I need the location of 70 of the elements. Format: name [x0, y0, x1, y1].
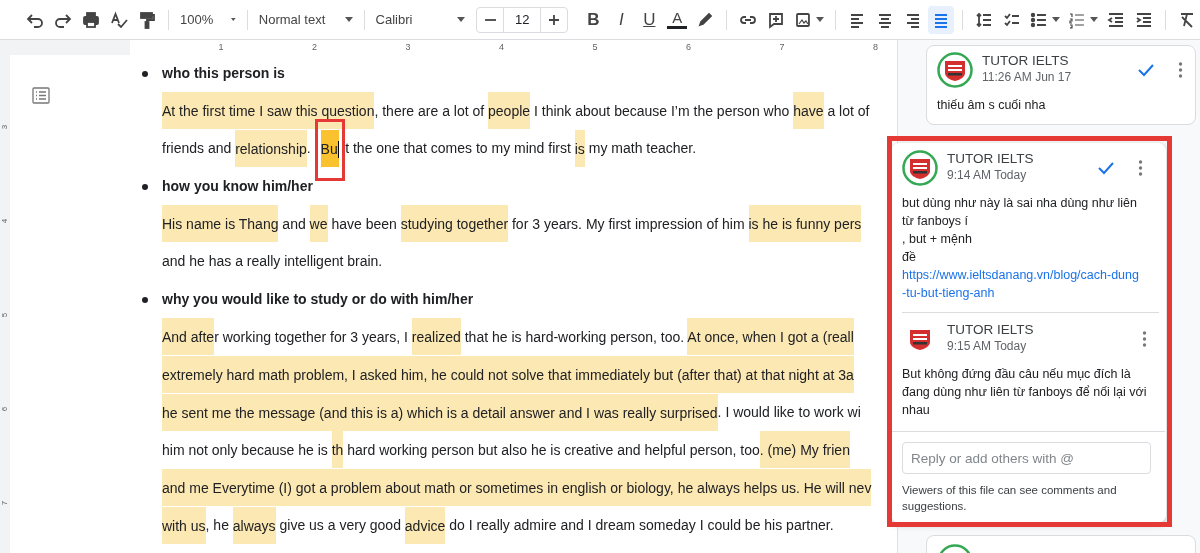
- ruler-number: 1: [217, 40, 224, 54]
- italic-button[interactable]: I: [608, 5, 635, 34]
- ruler-number: 7: [0, 500, 10, 506]
- ruler-number: 5: [0, 312, 10, 318]
- comment-text: thiếu âm s cuối nha: [937, 97, 1047, 114]
- paragraph-line: At the first time I saw this question, there are a lot of people I think about because I’m the person who have a lot of: [142, 92, 872, 131]
- comment-time: 11:26 AM Jun 17: [982, 69, 1073, 87]
- ruler-number: 5: [591, 40, 598, 54]
- paragraph-line: with us, he always give us a very good advice do I really admire and I dream someday I could be his partner.: [142, 507, 872, 545]
- comment-text: But không đứng đầu câu nếu mục đích là đang dùng như liên từ fanboys để nối lại với nhau: [902, 366, 1147, 419]
- comment-time: 9:15 AM Today: [947, 338, 1028, 356]
- comment-link[interactable]: https://www.ieltsdanang.vn/blog/cach-dung-tu-but-tieng-anh: [902, 266, 1143, 302]
- minus-icon: [484, 18, 496, 21]
- insert-image-icon: [794, 10, 813, 29]
- comment-card[interactable]: TUTOR IELTS 11:26 AM Jun 17 thiếu âm s cuối nha: [926, 45, 1196, 125]
- ruler-number: 8: [872, 40, 878, 54]
- comment-author: TUTOR IELTS: [947, 322, 1035, 338]
- add-comment-icon: [767, 10, 786, 29]
- paragraph-line: and he has a really intelligent brain.: [161, 252, 384, 272]
- increase-indent-icon: [1135, 10, 1153, 29]
- paragraph-line: friends and relationship. Bu t the one that comes to my mind first is my math teacher.: [142, 130, 872, 169]
- underline-button[interactable]: U: [636, 5, 663, 34]
- ruler-number: 3: [0, 124, 10, 130]
- color-button[interactable]: A: [664, 5, 691, 34]
- caret-icon: [816, 17, 825, 22]
- bullet-dot: [142, 296, 148, 303]
- line-spacing-icon: [975, 10, 994, 29]
- document-outline-icon[interactable]: [32, 87, 50, 105]
- align-justify-button[interactable]: [928, 5, 955, 34]
- paragraph-line: And after working together for 3 years, I realized that he is hard-working person, too. At once, when I got a (reall: [142, 318, 872, 357]
- comment-footer-note: Viewers of this file can see comments and suggestions.: [901, 483, 1118, 514]
- paragraph-line: His name is Thang and we have been studying together for 3 years. My first impression of him is he is funny pers: [142, 205, 872, 244]
- paragraph-line: him not only because he is th hard working person but also he is creative and helpful person, too. (me) My frien: [142, 431, 872, 470]
- bullet-dot: [142, 183, 148, 190]
- print-icon: [82, 10, 100, 29]
- caret-icon: [231, 17, 236, 22]
- ruler-number: 4: [0, 218, 10, 224]
- zoom-dropdown[interactable]: 100%: [177, 5, 239, 34]
- ruler-number: 6: [0, 406, 10, 412]
- caret-icon: [1052, 17, 1061, 22]
- spellcheck-icon: [110, 10, 128, 29]
- more-options-icon[interactable]: [1142, 330, 1147, 348]
- ruler-number: 3: [404, 40, 411, 54]
- bulleted-list-icon: [1030, 10, 1049, 29]
- numbered-list-icon: [1068, 10, 1087, 29]
- bold-button[interactable]: B: [580, 5, 607, 34]
- clear-formatting-icon: [1178, 10, 1196, 29]
- comment-time: 9:14 AM Today: [947, 167, 1028, 185]
- comment-author: TUTOR IELTS: [947, 151, 1035, 167]
- caret-icon: [1090, 17, 1098, 22]
- ruler-number: 2: [311, 40, 317, 54]
- caret-icon: [457, 17, 466, 22]
- ruler-number: 7: [778, 40, 785, 54]
- section-heading: who this person is: [162, 64, 285, 83]
- ruler-number: 6: [685, 40, 691, 54]
- comment-text: but dùng như này là sai nha dùng như liên từ fanboys í , but + mệnh đề https://www.ieltsdanang.vn/blog/cach-dung-tu-but-tieng-anh: [902, 194, 1143, 302]
- decrease-indent-icon: [1107, 10, 1125, 29]
- paint-format-icon: [138, 10, 156, 29]
- more-options-icon[interactable]: [1138, 159, 1143, 177]
- reply-field[interactable]: Reply or add others with @: [902, 442, 1151, 474]
- comment-author: TUTOR IELTS: [982, 53, 1070, 69]
- highlighter-icon: [696, 10, 715, 29]
- style-dropdown[interactable]: Normal text: [255, 5, 356, 34]
- more-options-icon[interactable]: [1178, 61, 1183, 79]
- ruler-number: 4: [498, 40, 504, 54]
- caret-icon: [344, 17, 353, 22]
- bullet-dot: [142, 70, 148, 77]
- section-heading: how you know him/her: [162, 177, 313, 197]
- font-dropdown[interactable]: Calibri: [372, 5, 469, 34]
- section-heading: why you would like to study or do with him/her: [162, 290, 474, 310]
